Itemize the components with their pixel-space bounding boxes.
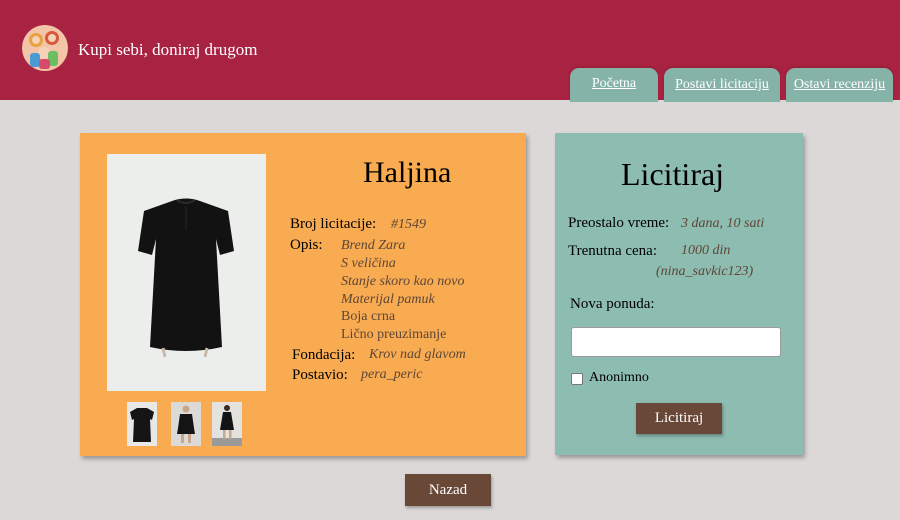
bid-card: Licitiraj Preostalo vreme: 3 dana, 10 sa… [555, 133, 803, 455]
tab-pocetna[interactable]: Početna [570, 68, 658, 102]
new-bid-label: Nova ponuda: [570, 296, 655, 312]
remaining-time-label: Preostalo vreme: [568, 215, 670, 231]
auction-number-label: Broj licitacije: [290, 216, 377, 232]
current-price-label: Trenutna cena: [568, 243, 658, 259]
description-size: S veličina [341, 256, 396, 271]
thumbnail-1[interactable] [127, 402, 157, 446]
logo-icon [22, 25, 68, 71]
description-brand: Brend Zara [341, 238, 406, 253]
tab-ostavi-recenziju[interactable]: Ostavi recenziju [786, 68, 893, 102]
thumbnail-3[interactable] [212, 402, 242, 446]
dress-image [107, 154, 266, 391]
posted-by-value: pera_peric [361, 367, 423, 382]
back-button[interactable]: Nazad [405, 474, 491, 506]
foundation-label: Fondacija: [292, 347, 356, 363]
foundation-value: Krov nad glavom [369, 347, 466, 362]
current-price-value: 1000 din [681, 243, 731, 258]
logo[interactable] [22, 23, 68, 73]
description-condition: Stanje skoro kao novo [341, 274, 465, 289]
item-card: Haljina Broj licitacije: #1549 Opis: Bre… [80, 133, 526, 456]
bid-title: Licitiraj [621, 156, 725, 192]
header: Kupi sebi, doniraj drugom Početna Postav… [0, 0, 900, 102]
dress-thumbnail-image [127, 402, 157, 446]
auction-number-value: #1549 [391, 217, 426, 232]
description-label: Opis: [290, 237, 323, 253]
posted-by-label: Postavio: [292, 367, 348, 383]
description-color: Boja crna [341, 309, 396, 324]
item-title: Haljina [363, 156, 452, 189]
tab-postavi-licitaciju[interactable]: Postavi licitaciju [664, 68, 780, 102]
thumbnail-2[interactable] [171, 402, 201, 446]
model-back-thumbnail-image [212, 402, 242, 446]
description-material: Materijal pamuk [341, 292, 435, 307]
item-main-photo[interactable] [107, 154, 266, 391]
model-thumbnail-image [171, 402, 201, 446]
current-price-bidder: (nina_savkic123) [656, 264, 754, 279]
site-title[interactable]: Kupi sebi, doniraj drugom [78, 40, 257, 60]
bid-button[interactable]: Licitiraj [636, 403, 722, 434]
remaining-time-value: 3 dana, 10 sati [681, 216, 765, 231]
anonymous-checkbox[interactable] [571, 373, 583, 385]
new-bid-input[interactable] [571, 327, 781, 357]
description-pickup: Lično preuzimanje [341, 327, 447, 342]
anonymous-label[interactable]: Anonimno [589, 370, 649, 386]
